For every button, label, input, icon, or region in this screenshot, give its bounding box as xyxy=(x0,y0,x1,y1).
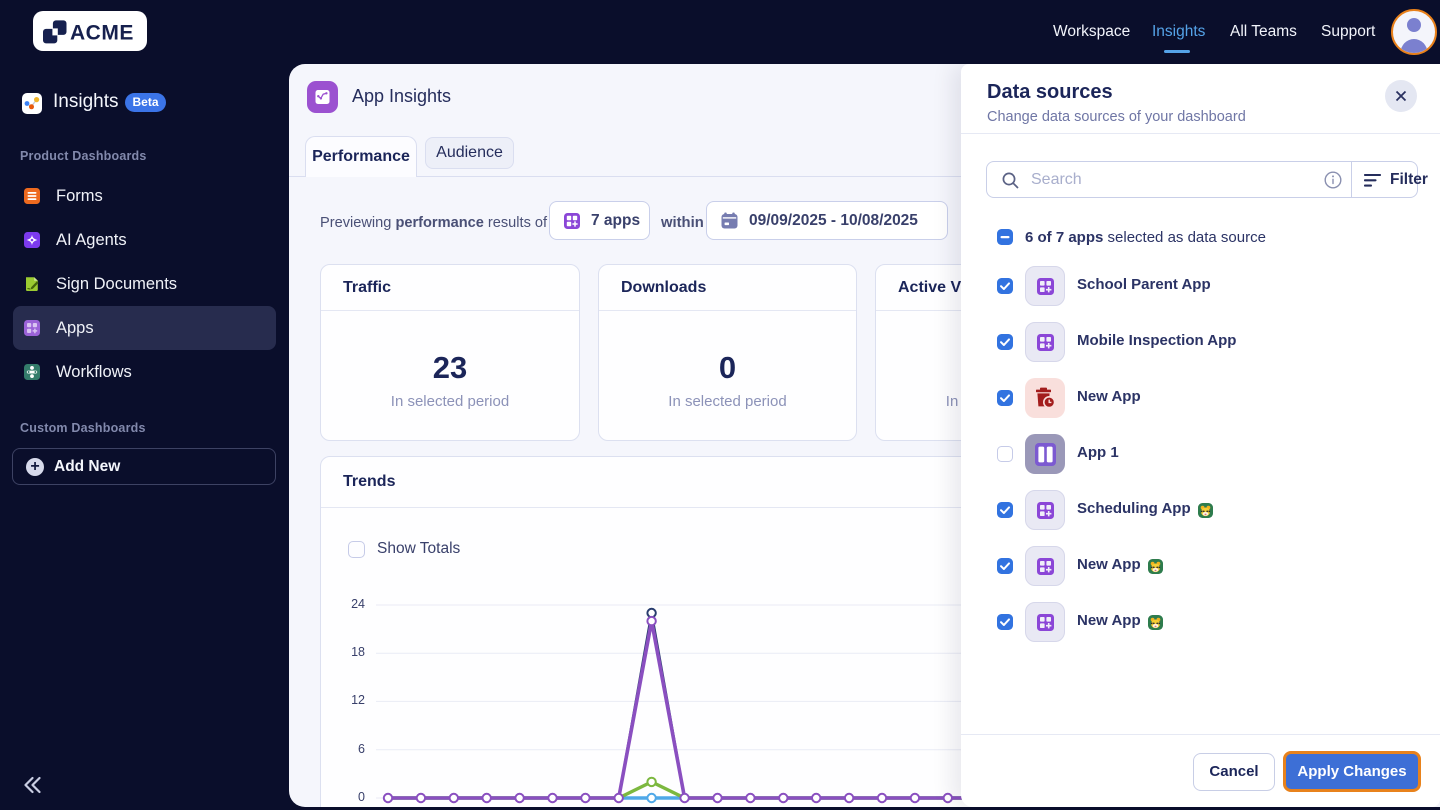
svg-text:ACME: ACME xyxy=(70,22,134,45)
